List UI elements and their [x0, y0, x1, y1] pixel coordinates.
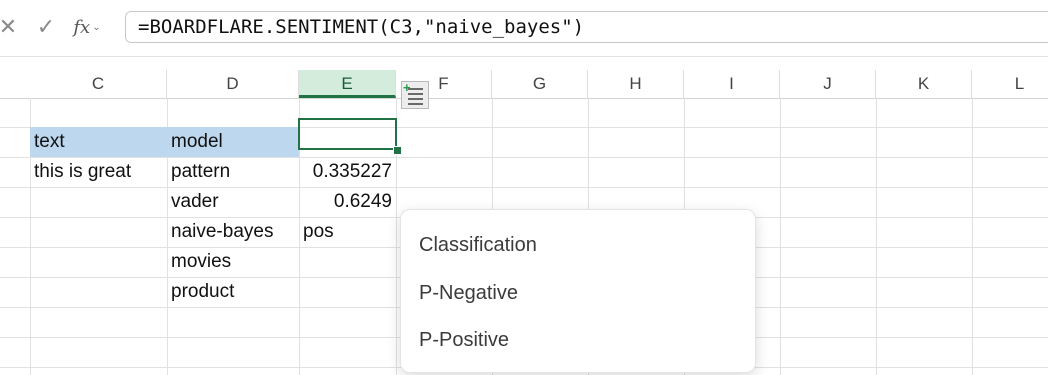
field-dropdown: Classification P-Negative P-Positive: [400, 209, 756, 373]
gridline: [780, 98, 781, 375]
cell-d7[interactable]: product: [167, 277, 299, 307]
column-header-d[interactable]: D: [167, 70, 299, 98]
column-header-c[interactable]: C: [30, 70, 167, 98]
column-header-e[interactable]: E: [299, 70, 396, 98]
gridline: [0, 187, 1048, 188]
cell-e4[interactable]: 0.6249: [299, 187, 396, 217]
dropdown-item-classification[interactable]: Classification: [401, 225, 755, 265]
enter-check-icon[interactable]: ✓: [32, 14, 60, 40]
formula-bar: ✕ ✓ fx ⌄ =BOARDFLARE.SENTIMENT(C3,"naive_…: [0, 0, 1048, 56]
cell-c3[interactable]: this is great: [30, 157, 167, 187]
cell-d5[interactable]: naive-bayes: [167, 217, 299, 247]
column-header-h[interactable]: H: [588, 70, 684, 98]
cell-e5[interactable]: pos: [299, 217, 396, 247]
gridline: [876, 98, 877, 375]
dropdown-item-p-negative[interactable]: P-Negative: [401, 273, 755, 313]
active-cell-outline: [298, 118, 397, 150]
cancel-x-icon[interactable]: ✕: [0, 14, 18, 40]
fx-label: fx: [73, 16, 91, 38]
cell-d3[interactable]: pattern: [167, 157, 299, 187]
column-header-row: C D E F G H I J K L: [0, 70, 1048, 99]
column-header-k[interactable]: K: [876, 70, 972, 98]
cell-d6[interactable]: movies: [167, 247, 299, 277]
cell-c2[interactable]: text: [30, 127, 167, 157]
column-header-i[interactable]: I: [684, 70, 780, 98]
dropdown-item-p-positive[interactable]: P-Positive: [401, 320, 755, 360]
insert-function-icon[interactable]: fx ⌄: [70, 14, 104, 40]
insert-data-icon[interactable]: +: [401, 81, 429, 109]
formula-input[interactable]: =BOARDFLARE.SENTIMENT(C3,"naive_bayes"): [125, 11, 1048, 43]
gridline: [972, 98, 973, 375]
cell-e3[interactable]: 0.335227: [299, 157, 396, 187]
fill-handle[interactable]: [393, 146, 402, 155]
cell-d2[interactable]: model: [167, 127, 299, 157]
divider: [0, 56, 1048, 57]
column-header-g[interactable]: G: [492, 70, 588, 98]
cell-d4[interactable]: vader: [167, 187, 299, 217]
column-header-j[interactable]: J: [780, 70, 876, 98]
chevron-down-icon: ⌄: [92, 21, 101, 33]
column-header-l[interactable]: L: [972, 70, 1048, 98]
